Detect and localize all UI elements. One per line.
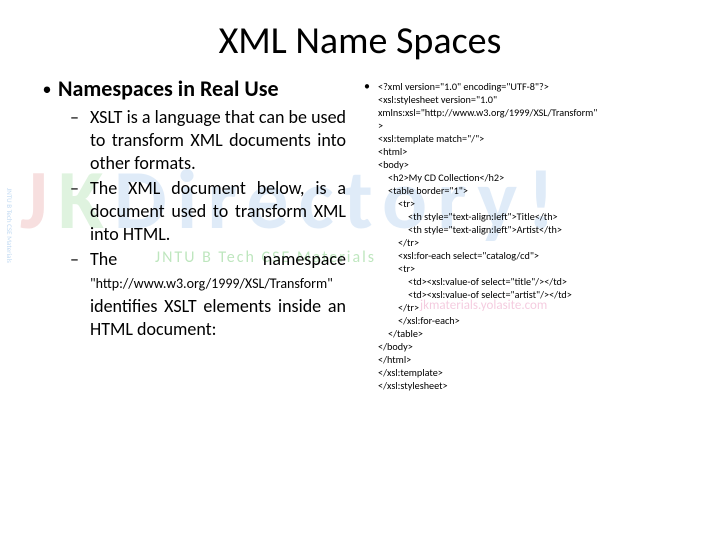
code-line: <xsl:template match="/">: [378, 132, 597, 145]
code-line: <tr>: [378, 262, 597, 275]
left-column: • Namespaces in Real Use – XSLT is a lan…: [36, 76, 346, 392]
code-bullet: • <?xml version="1.0" encoding="UTF-8"?>…: [356, 80, 690, 392]
code-line: <td><xsl:value-of select="title"/></td>: [378, 275, 597, 288]
code-line: </xsl:for-each>: [378, 314, 597, 327]
code-line: <h2>My CD Collection</h2>: [378, 171, 597, 184]
sub-bullet-3-text: The namespace "http://www.w3.org/1999/XS…: [90, 248, 346, 341]
code-line: <html>: [378, 145, 597, 158]
content-columns: • Namespaces in Real Use – XSLT is a lan…: [0, 76, 720, 392]
code-line: >: [378, 119, 597, 132]
code-line: </xsl:stylesheet>: [378, 379, 597, 392]
code-line: <?xml version="1.0" encoding="UTF-8"?>: [378, 80, 597, 93]
code-line: <body>: [378, 158, 597, 171]
code-line: </tr>: [378, 301, 597, 314]
code-line: <th style="text-align:left">Title</th>: [378, 210, 597, 223]
right-column: • <?xml version="1.0" encoding="UTF-8"?>…: [356, 76, 690, 392]
bullet-heading: • Namespaces in Real Use: [36, 76, 346, 102]
code-line: </tr>: [378, 236, 597, 249]
bullet-dot-icon: •: [36, 76, 58, 102]
code-line: </html>: [378, 353, 597, 366]
code-line: <xsl:stylesheet version="1.0": [378, 93, 597, 106]
code-line: </table>: [378, 327, 597, 340]
sub-bullet-1-text: XSLT is a language that can be used to t…: [90, 106, 346, 175]
dash-icon: –: [70, 248, 90, 271]
slide-title: XML Name Spaces: [0, 18, 720, 64]
code-line: xmlns:xsl="http://www.w3.org/1999/XSL/Tr…: [378, 106, 597, 119]
dash-icon: –: [70, 106, 90, 129]
sub-bullet-1: – XSLT is a language that can be used to…: [70, 106, 346, 175]
xslt-code-block: <?xml version="1.0" encoding="UTF-8"?><x…: [378, 80, 597, 392]
sub-bullet-2: – The XML document below, is a document …: [70, 177, 346, 246]
bullet-dot-icon: •: [356, 80, 378, 392]
code-line: <xsl:for-each select="catalog/cd">: [378, 249, 597, 262]
code-line: </xsl:template>: [378, 366, 597, 379]
code-line: </body>: [378, 340, 597, 353]
code-line: <td><xsl:value-of select="artist"/></td>: [378, 288, 597, 301]
sub-bullet-3: – The namespace "http://www.w3.org/1999/…: [70, 248, 346, 341]
sub-bullet-2-text: The XML document below, is a document us…: [90, 177, 346, 246]
dash-icon: –: [70, 177, 90, 200]
code-line: <table border="1">: [378, 184, 597, 197]
code-line: <tr>: [378, 197, 597, 210]
code-line: <th style="text-align:left">Artist</th>: [378, 223, 597, 236]
bullet-heading-text: Namespaces in Real Use: [58, 76, 279, 102]
